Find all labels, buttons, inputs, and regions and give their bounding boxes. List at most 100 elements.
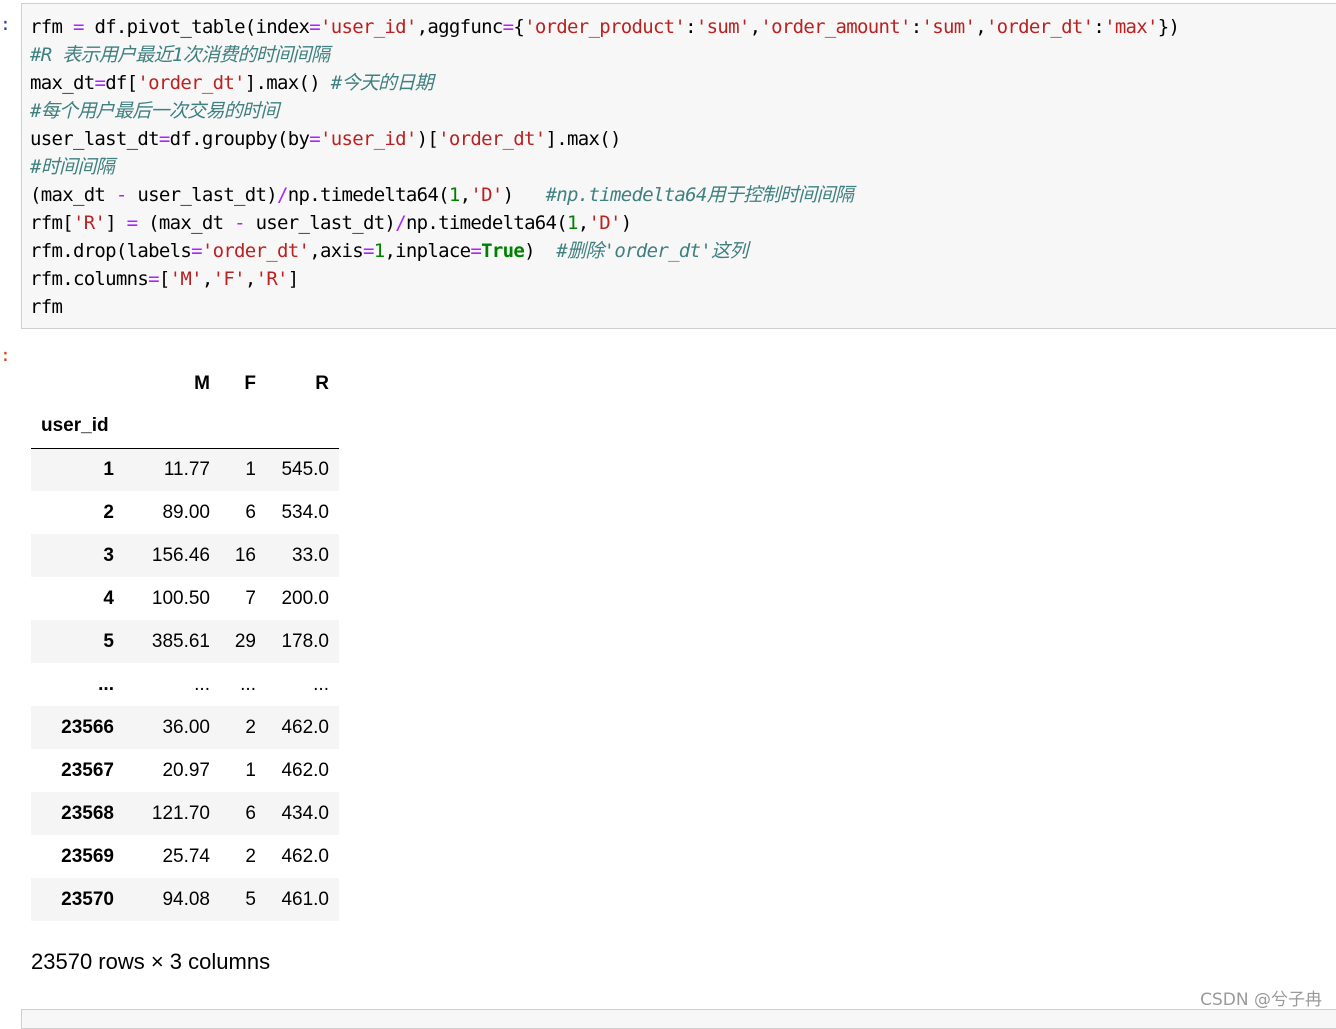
code-line: #每个用户最后一次交易的时间 [30,97,1179,125]
cell-f: 6 [245,802,256,824]
table-row: ............ [31,663,339,706]
code-comment: #np.timedelta64用于控制时间间隔 [545,184,854,206]
cell-f: 29 [234,630,256,652]
code-token: : [685,16,696,38]
row-index: 23568 [61,802,114,824]
dataframe-shape: 23570 rows × 3 columns [31,949,271,974]
code-token: 1 [567,212,578,234]
table-row: 1 11.77 1 545.0 [31,448,339,491]
code-token: ,inplace [384,240,471,262]
column-header-r: R [315,372,329,394]
code-token: = [309,128,320,150]
code-token: 'M' [169,268,203,290]
code-token: 'R' [72,212,106,234]
cell-m: 25.74 [162,845,210,867]
code-token: }) [1157,16,1180,38]
code-token: 'order_dt' [137,72,245,94]
row-index: 23570 [61,888,114,910]
code-token: df[ [105,72,138,94]
table-row: 23570 94.08 5 461.0 [31,878,339,921]
code-cell[interactable]: rfm = df.pivot_table(index='user_id',agg… [21,3,1336,329]
cell-m: 385.61 [151,630,210,652]
code-token: 'D' [470,184,503,206]
code-token: = [502,16,514,38]
code-token: 'sum' [695,16,750,38]
row-index: 2 [103,501,114,523]
cell-r: 545.0 [281,458,329,480]
code-token: = [72,16,84,38]
code-token: 'order_dt' [201,240,310,262]
table-row: 5 385.61 29 178.0 [31,620,339,663]
code-token: 'R' [255,268,289,290]
code-comment: #删除'order_dt'这列 [556,240,748,262]
row-index: 23566 [61,716,114,738]
code-line: user_last_dt=df.groupby(by='user_id')['o… [30,125,1179,153]
code-editor[interactable]: rfm = df.pivot_table(index='user_id',agg… [30,13,1180,321]
code-line: #时间间隔 [30,153,1179,181]
cell-r: 33.0 [292,544,329,566]
code-token: rfm.drop(labels [30,240,192,262]
code-token: 'order_dt' [438,128,546,150]
cell-f: 16 [234,544,256,566]
cell-r: ... [313,673,329,695]
code-token: 1 [448,184,460,206]
code-token: df.groupby(by [169,128,310,150]
code-comment: #每个用户最后一次交易的时间 [30,100,279,122]
row-index: 4 [103,587,114,609]
cell-m: 89.00 [162,501,210,523]
code-token: max_dt [30,72,95,94]
header-row: M F R [31,362,339,405]
dataframe-output: M F R user_id 1 11.77 1 545.0 2 89.00 6 534.0 3 1… [31,362,339,921]
code-comment: #时间间隔 [30,156,115,178]
code-token: 'order_dt' [985,16,1094,38]
code-token: , [577,212,589,234]
code-token: , [975,16,986,38]
cell-f: 5 [245,888,256,910]
cell-m: ... [194,673,210,695]
cell-f: ... [240,673,256,695]
row-index: 1 [103,458,114,480]
code-comment: #R 表示用户最近1次消费的时间间隔 [30,44,330,66]
code-token: 'order_amount' [760,16,911,38]
code-line: rfm.columns=['M','F','R'] [30,265,1179,293]
next-code-cell[interactable] [21,1009,1336,1029]
output-prompt: : [0,345,11,366]
cell-m: 11.77 [163,458,210,480]
code-token: [ [158,268,170,290]
input-prompt: : [0,14,11,35]
cell-m: 156.46 [151,544,210,566]
code-token: : [910,16,922,38]
code-token: 'user_id' [320,16,417,38]
table-row: 23569 25.74 2 462.0 [31,835,339,878]
row-index: 3 [103,544,114,566]
row-index: 5 [103,630,114,652]
cell-f: 7 [245,587,256,609]
code-token: - [234,212,245,234]
table-row: 4 100.50 7 200.0 [31,577,339,620]
code-token: (max_dt [30,184,116,206]
code-token: (max_dt [137,212,235,234]
code-token: = [470,240,482,262]
code-token: ].max() [244,72,331,94]
cell-r: 434.0 [281,802,329,824]
row-index: 23569 [61,845,114,867]
cell-f: 6 [245,501,256,523]
cell-m: 121.70 [151,802,210,824]
code-token: = [158,128,170,150]
code-token: ) [524,240,557,262]
code-token: rfm [30,296,63,318]
code-token: np.timedelta64( [287,184,450,206]
code-token: , [201,268,213,290]
table-row: 23568 121.70 6 434.0 [31,792,339,835]
cell-m: 20.97 [162,759,210,781]
code-token: ,aggfunc [416,16,504,38]
index-name: user_id [31,405,124,449]
code-token: = [94,72,106,94]
code-token: : [1093,16,1105,38]
code-token: { [513,16,525,38]
code-token: 'sum' [921,16,976,38]
code-line: rfm = df.pivot_table(index='user_id',agg… [30,13,1180,41]
row-index: ... [98,673,114,695]
cell-r: 534.0 [281,501,329,523]
index-name-blank-r [266,405,339,449]
